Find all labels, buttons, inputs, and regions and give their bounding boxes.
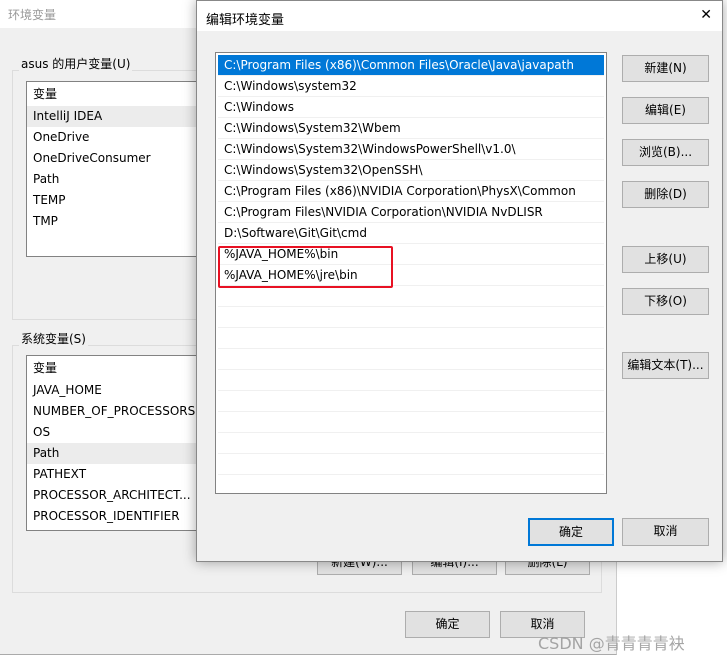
edit-text-button[interactable]: 编辑文本(T)... — [622, 352, 709, 379]
empty-row — [218, 370, 604, 391]
highlight-box — [218, 246, 393, 288]
delete-button[interactable]: 删除(D) — [622, 181, 709, 208]
list-item[interactable]: C:\Windows\System32\Wbem — [218, 118, 604, 139]
ok-button[interactable]: 确定 — [405, 611, 490, 638]
empty-row — [218, 286, 604, 307]
list-item[interactable]: C:\Windows\System32\OpenSSH\ — [218, 160, 604, 181]
close-icon[interactable]: ✕ — [700, 7, 712, 23]
empty-row — [218, 433, 604, 454]
move-up-button[interactable]: 上移(U) — [622, 246, 709, 273]
watermark: CSDN @青青青青袂 — [538, 634, 685, 653]
list-item[interactable]: C:\Windows\system32 — [218, 76, 604, 97]
empty-row — [218, 412, 604, 433]
empty-row — [218, 307, 604, 328]
empty-row — [218, 328, 604, 349]
user-variables-label: asus 的用户变量(U) — [19, 55, 133, 72]
edit-environment-variable-dialog: 编辑环境变量 ✕ C:\Program Files (x86)\Common F… — [196, 0, 723, 562]
dialog-ok-button[interactable]: 确定 — [528, 518, 614, 546]
list-item[interactable]: C:\Windows\System32\WindowsPowerShell\v1… — [218, 139, 604, 160]
dialog-title-bar: 编辑环境变量 ✕ — [197, 1, 722, 31]
browse-button[interactable]: 浏览(B)... — [622, 139, 709, 166]
empty-row — [218, 475, 604, 496]
new-button[interactable]: 新建(N) — [622, 55, 709, 82]
list-item[interactable]: C:\Windows — [218, 97, 604, 118]
window-title: 环境变量 — [8, 8, 57, 22]
move-down-button[interactable]: 下移(O) — [622, 288, 709, 315]
empty-row — [218, 454, 604, 475]
list-item[interactable]: C:\Program Files (x86)\Common Files\Orac… — [218, 55, 604, 76]
list-item[interactable]: D:\Software\Git\Git\cmd — [218, 223, 604, 244]
list-item[interactable]: C:\Program Files (x86)\NVIDIA Corporatio… — [218, 181, 604, 202]
edit-button[interactable]: 编辑(E) — [622, 97, 709, 124]
list-item[interactable]: C:\Program Files\NVIDIA Corporation\NVID… — [218, 202, 604, 223]
dialog-title: 编辑环境变量 — [206, 13, 285, 28]
empty-row — [218, 349, 604, 370]
empty-row — [218, 391, 604, 412]
dialog-cancel-button[interactable]: 取消 — [622, 518, 709, 546]
system-variables-label: 系统变量(S) — [19, 330, 88, 347]
